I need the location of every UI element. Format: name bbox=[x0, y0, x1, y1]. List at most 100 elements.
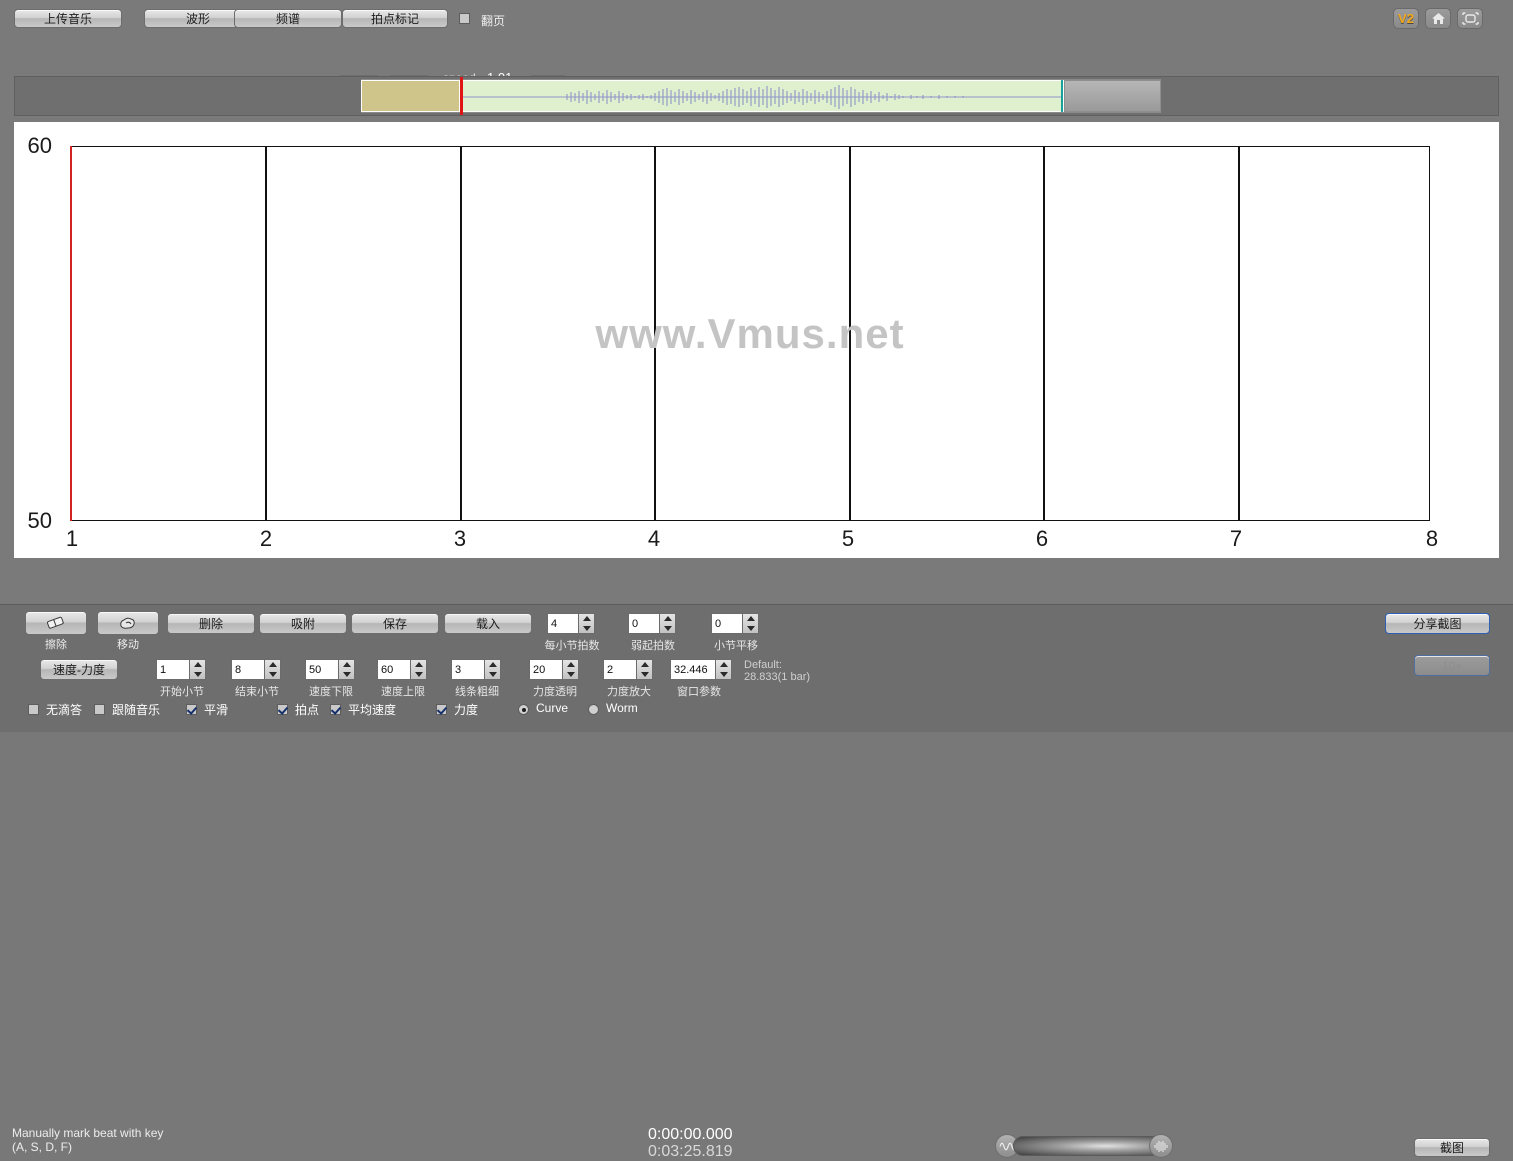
dynamics-opacity-stepper[interactable] bbox=[562, 659, 579, 680]
start-bar-spinner[interactable] bbox=[156, 659, 206, 680]
dynamics-gain-spinner[interactable] bbox=[603, 659, 653, 680]
beats-per-bar-stepper[interactable] bbox=[578, 613, 595, 634]
end-bar-spinner[interactable] bbox=[231, 659, 281, 680]
waveform-unused-region[interactable] bbox=[1064, 80, 1161, 112]
fullscreen-icon[interactable] bbox=[1457, 8, 1483, 29]
x-axis-tick: 3 bbox=[453, 526, 467, 551]
snap-button[interactable]: 吸附 bbox=[259, 613, 347, 634]
move-hand-icon bbox=[120, 617, 135, 629]
worm-label: Worm bbox=[606, 701, 638, 715]
tempo-min-stepper[interactable] bbox=[338, 659, 355, 680]
app-window: 上传音乐 波形 频谱 拍点标记 翻页 V2 speed 1.01 重置 bbox=[0, 0, 1513, 1160]
pickup-beats-input[interactable] bbox=[628, 613, 659, 634]
line-width-input[interactable] bbox=[451, 659, 484, 680]
bar-shift-spinner[interactable] bbox=[711, 613, 759, 634]
spectrum-button[interactable]: 频谱 bbox=[234, 9, 342, 28]
dynamics-gain-input[interactable] bbox=[603, 659, 636, 680]
y-axis-tick-max: 60 bbox=[27, 133, 52, 158]
time-total: 0:03:25.819 bbox=[648, 1143, 733, 1160]
end-bar-input[interactable] bbox=[231, 659, 264, 680]
dynamics-opacity-label: 力度透明 bbox=[533, 686, 577, 698]
page-turn-checkbox[interactable] bbox=[459, 13, 470, 24]
waveform-canvas[interactable] bbox=[361, 77, 1161, 115]
ten-plus-button[interactable]: 10+ bbox=[1414, 655, 1490, 676]
line-width-stepper[interactable] bbox=[484, 659, 501, 680]
top-toolbar: 上传音乐 波形 频谱 拍点标记 翻页 V2 bbox=[0, 0, 1513, 34]
average-tempo-checkbox[interactable] bbox=[330, 702, 341, 716]
waveform-playhead[interactable] bbox=[460, 77, 463, 115]
curve-radio[interactable] bbox=[518, 702, 529, 716]
beats-per-bar-input[interactable] bbox=[547, 613, 578, 634]
waveform-dense-icon[interactable] bbox=[1149, 1134, 1173, 1158]
transport-row: speed 1.01 重置 bbox=[0, 34, 1513, 98]
follow-music-checkbox[interactable] bbox=[94, 702, 105, 716]
beat-checkbox[interactable] bbox=[277, 702, 288, 716]
smooth-checkbox[interactable] bbox=[186, 702, 197, 716]
beats-per-bar-spinner[interactable] bbox=[547, 613, 595, 634]
window-param-stepper[interactable] bbox=[715, 659, 732, 680]
beat-marker-button[interactable]: 拍点标记 bbox=[342, 9, 448, 28]
tempo-dynamics-chart[interactable]: 60 50 www.Vmus.net 1 2 3 4 5 6 7 8 bbox=[14, 122, 1499, 558]
dynamics-opacity-spinner[interactable] bbox=[529, 659, 579, 680]
tempo-min-input[interactable] bbox=[305, 659, 338, 680]
end-bar-label: 结束小节 bbox=[235, 686, 279, 698]
x-axis-tick: 1 bbox=[65, 526, 79, 551]
y-axis-tick-min: 50 bbox=[27, 508, 52, 533]
beats-per-bar-label: 每小节拍数 bbox=[544, 640, 600, 652]
eraser-tool-button[interactable] bbox=[25, 611, 87, 635]
bar-shift-input[interactable] bbox=[711, 613, 742, 634]
volume-slider[interactable] bbox=[1013, 1136, 1163, 1156]
waveform-overview-strip[interactable] bbox=[14, 76, 1499, 116]
chart-bar-line bbox=[1043, 147, 1045, 520]
tempo-min-spinner[interactable] bbox=[305, 659, 355, 680]
dynamics-checkbox[interactable] bbox=[436, 702, 447, 716]
waveform-selection-region[interactable] bbox=[361, 80, 460, 112]
line-width-spinner[interactable] bbox=[451, 659, 501, 680]
chart-playhead-line bbox=[70, 146, 72, 521]
delete-button[interactable]: 删除 bbox=[167, 613, 255, 634]
hint-line-1: Manually mark beat with key bbox=[12, 1126, 164, 1140]
bar-shift-stepper[interactable] bbox=[742, 613, 759, 634]
start-bar-label: 开始小节 bbox=[160, 686, 204, 698]
tempo-max-spinner[interactable] bbox=[377, 659, 427, 680]
chart-bar-line bbox=[265, 147, 267, 520]
start-bar-input[interactable] bbox=[156, 659, 189, 680]
average-tempo-label: 平均速度 bbox=[348, 703, 397, 717]
hint-line-2: (A, S, D, F) bbox=[12, 1140, 72, 1154]
move-tool-label: 移动 bbox=[117, 639, 139, 651]
status-bar: Manually mark beat with key (A, S, D, F)… bbox=[0, 560, 1513, 1160]
default-note-line1: Default: bbox=[744, 659, 782, 671]
speed-dynamics-button[interactable]: 速度-力度 bbox=[40, 659, 118, 680]
worm-radio[interactable] bbox=[588, 702, 599, 716]
follow-music-label: 跟随音乐 bbox=[112, 703, 161, 717]
save-button[interactable]: 保存 bbox=[351, 613, 439, 634]
home-icon[interactable] bbox=[1425, 8, 1451, 29]
pickup-beats-stepper[interactable] bbox=[659, 613, 676, 634]
window-param-input[interactable] bbox=[670, 659, 715, 680]
v2-badge-icon[interactable]: V2 bbox=[1393, 8, 1419, 29]
no-tick-checkbox[interactable] bbox=[28, 702, 39, 716]
window-param-label: 窗口参数 bbox=[677, 686, 721, 698]
tempo-max-input[interactable] bbox=[377, 659, 410, 680]
chart-plot-area[interactable]: www.Vmus.net bbox=[70, 146, 1430, 521]
load-button[interactable]: 载入 bbox=[444, 613, 532, 634]
share-capture-button[interactable]: 分享截图 bbox=[1385, 613, 1490, 634]
curve-label: Curve bbox=[536, 701, 569, 715]
window-param-spinner[interactable] bbox=[670, 659, 732, 680]
capture-button[interactable]: 截图 bbox=[1414, 1138, 1490, 1157]
tempo-max-stepper[interactable] bbox=[410, 659, 427, 680]
x-axis-tick: 2 bbox=[259, 526, 273, 551]
dynamics-gain-stepper[interactable] bbox=[636, 659, 653, 680]
pickup-beats-spinner[interactable] bbox=[628, 613, 676, 634]
dynamics-gain-label: 力度放大 bbox=[607, 686, 651, 698]
upload-music-button[interactable]: 上传音乐 bbox=[14, 9, 122, 28]
move-tool-button[interactable] bbox=[97, 611, 159, 635]
start-bar-stepper[interactable] bbox=[189, 659, 206, 680]
chart-bar-line bbox=[1238, 147, 1240, 520]
waveform-audio-region[interactable] bbox=[460, 80, 1064, 112]
default-note-line2: 28.833(1 bar) bbox=[744, 671, 811, 683]
dynamics-opacity-input[interactable] bbox=[529, 659, 562, 680]
end-bar-stepper[interactable] bbox=[264, 659, 281, 680]
chart-bar-line bbox=[460, 147, 462, 520]
page-turn-label: 翻页 bbox=[481, 14, 506, 28]
